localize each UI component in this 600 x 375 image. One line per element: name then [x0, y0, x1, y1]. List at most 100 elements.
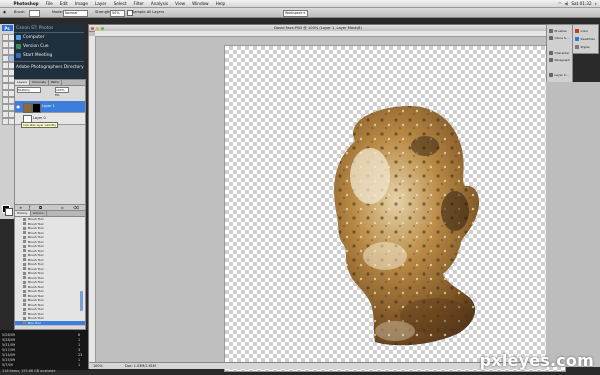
- wifi-icon[interactable]: ◠: [558, 1, 562, 6]
- paragraph-panel-button[interactable]: Paragraph: [549, 56, 570, 63]
- color-panel-button[interactable]: Color: [575, 27, 588, 34]
- menu-filter[interactable]: Filter: [130, 0, 147, 7]
- brush-icon: [23, 312, 26, 315]
- date-row-count: 1: [78, 363, 81, 367]
- layer-mask-thumbnail[interactable]: [32, 102, 41, 113]
- zoom-icon[interactable]: [101, 26, 104, 30]
- popup-item-start-meeting[interactable]: Start Meeting: [23, 53, 52, 58]
- popup-header: Canon ST: Photos: [16, 26, 54, 31]
- date-row-label[interactable]: 5/15/09: [2, 358, 15, 362]
- tab-layers[interactable]: Layers: [15, 80, 30, 85]
- popup-item-computer[interactable]: Computer: [23, 35, 44, 40]
- brushes-panel-button[interactable]: Brushes: [549, 27, 567, 34]
- history-row-label: Brush Tool: [28, 244, 44, 248]
- toolbox: Ps: [0, 24, 15, 219]
- eye-icon[interactable]: ●: [17, 104, 21, 109]
- layer-name[interactable]: Layer 1: [42, 104, 55, 108]
- tab-paths[interactable]: Paths: [49, 80, 62, 85]
- character-icon: [549, 50, 553, 55]
- menu-image[interactable]: Image: [71, 0, 91, 7]
- menu-select[interactable]: Select: [110, 0, 130, 7]
- brush-icon: [23, 321, 26, 324]
- layer-name[interactable]: Layer 0: [33, 116, 46, 120]
- horizontal-ruler[interactable]: [95, 31, 547, 37]
- menu-photoshop[interactable]: Photoshop: [10, 0, 42, 7]
- date-row-label[interactable]: 5/7/09: [2, 363, 13, 367]
- brush-icon: [23, 303, 26, 306]
- styles-icon: [575, 44, 579, 49]
- menu-window[interactable]: Window: [189, 0, 213, 7]
- brush-icon: [23, 276, 26, 279]
- blend-mode-select[interactable]: Multiply: [17, 87, 41, 93]
- canvas[interactable]: [224, 45, 566, 372]
- history-row-label: Brush Tool: [28, 262, 44, 266]
- popup-item-version-cue[interactable]: Version Cue: [23, 44, 49, 49]
- menu-view[interactable]: View: [172, 0, 189, 7]
- history-row-label: Brush Tool: [28, 239, 44, 244]
- clock[interactable]: Sat 01:32: [571, 1, 591, 6]
- layer-row[interactable]: ● Layer 1: [15, 101, 85, 113]
- clone-source-panel-button[interactable]: Clone S...: [549, 34, 569, 41]
- menu-edit[interactable]: Edit: [56, 0, 71, 7]
- history-row[interactable]: Blur Tool: [15, 320, 85, 326]
- date-row-label[interactable]: 5/26/09: [2, 333, 15, 337]
- date-row-count: 1: [78, 338, 81, 342]
- zoom-level[interactable]: 100%: [93, 363, 103, 369]
- document-info[interactable]: Doc: 1.03M/1.61M: [125, 363, 156, 369]
- close-icon[interactable]: [91, 26, 94, 30]
- mode-select[interactable]: Normal: [63, 9, 88, 17]
- finder-status: 116 items, 155.68 GB available: [2, 369, 56, 373]
- character-panel-button[interactable]: Character: [549, 49, 569, 56]
- photoshop-logo-icon[interactable]: Ps: [1, 25, 13, 31]
- history-row-label: Brush Tool: [28, 311, 44, 316]
- history-scrollbar[interactable]: [80, 291, 83, 311]
- spotlight-icon[interactable]: ⌕: [595, 1, 597, 6]
- layer-comps-panel-button[interactable]: Layer C...: [549, 71, 569, 78]
- brush-icon: [23, 267, 26, 270]
- stone-face-image: [334, 106, 480, 346]
- history-row-label: Brush Tool: [28, 302, 44, 307]
- swatches-panel-button[interactable]: Swatches: [575, 35, 595, 42]
- menu-layer[interactable]: Layer: [91, 0, 110, 7]
- history-row-label: Brush Tool: [28, 248, 44, 253]
- volume-icon[interactable]: ◂): [565, 1, 569, 6]
- history-row-label: Brush Tool: [28, 280, 44, 284]
- watermark: pxleyes.com: [479, 351, 594, 370]
- history-row-label: Brush Tool: [28, 271, 44, 275]
- version-cue-icon: [16, 44, 21, 49]
- styles-panel-button[interactable]: Styles: [575, 43, 590, 50]
- brush-icon: [23, 235, 26, 239]
- brush-icon: [23, 258, 26, 261]
- workspace-button[interactable]: Workspace ▾: [283, 9, 308, 17]
- popup-item-photographers-directory[interactable]: Adobe Photographers Directory: [16, 65, 84, 70]
- layer-thumbnail: [23, 102, 32, 113]
- history-row-label: Brush Tool: [28, 316, 44, 320]
- date-row-label[interactable]: 5/14/09: [2, 353, 15, 357]
- brushes-icon: [549, 28, 553, 33]
- history-row-label: Brush Tool: [28, 217, 44, 221]
- collapsed-panels: Brushes Clone S... Character Paragraph L…: [546, 24, 599, 83]
- history-row-label: Brush Tool: [28, 284, 44, 289]
- history-row-label: Brush Tool: [28, 307, 44, 311]
- date-row-label[interactable]: 5/17/09: [2, 348, 15, 352]
- date-row-label[interactable]: 5/31/09: [2, 343, 15, 347]
- brush-icon: [23, 298, 26, 302]
- tab-actions[interactable]: Actions: [31, 211, 47, 216]
- date-row-label[interactable]: 5/28/09: [2, 338, 15, 342]
- minimize-icon[interactable]: [96, 26, 99, 30]
- menu-help[interactable]: Help: [212, 0, 229, 7]
- menu-analysis[interactable]: Analysis: [147, 0, 171, 7]
- brush-picker[interactable]: [29, 9, 40, 17]
- apple-icon[interactable]: [0, 0, 10, 7]
- menu-file[interactable]: File: [42, 0, 56, 7]
- tab-channels[interactable]: Channels: [30, 80, 49, 85]
- strength-input[interactable]: 50%: [110, 9, 125, 17]
- background-color-swatch[interactable]: [5, 208, 13, 216]
- history-row-label: Brush Tool: [28, 221, 44, 226]
- date-row-count: 1: [78, 343, 81, 347]
- vertical-ruler[interactable]: [89, 36, 96, 362]
- history-row-label: Brush Tool: [28, 289, 44, 293]
- tool-preset-icon[interactable]: ◉: [3, 10, 6, 15]
- computer-icon: [16, 35, 21, 40]
- tab-history[interactable]: History: [15, 211, 31, 216]
